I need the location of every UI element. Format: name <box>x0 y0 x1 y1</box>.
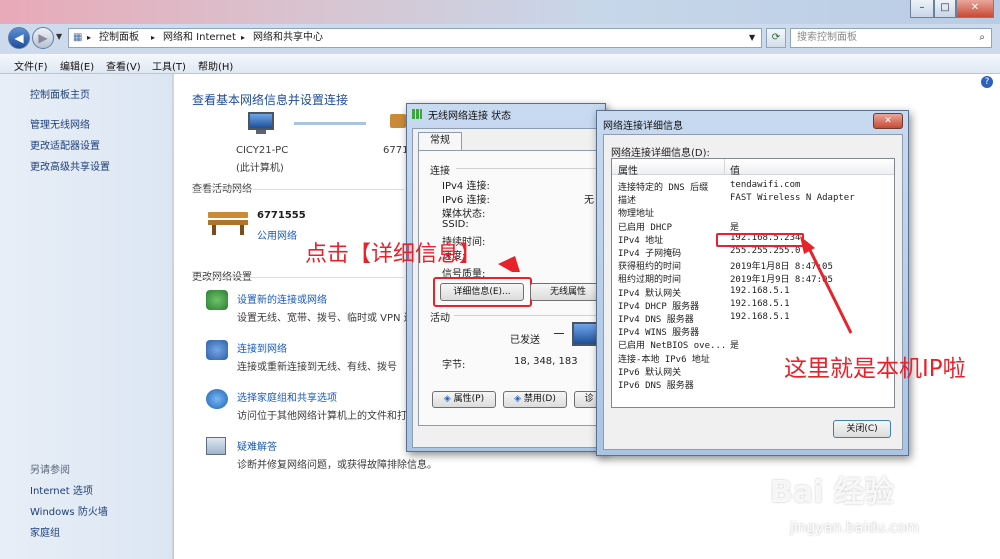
watermark-url: jingyan.baidu.com <box>790 520 920 536</box>
arrow-to-ip-line <box>806 245 853 334</box>
ip-annotation: 这里就是本机IP啦 <box>784 356 966 382</box>
click-details-annotation: 点击【详细信息】 <box>305 242 482 267</box>
baidu-watermark: Bai 经验 <box>770 475 894 510</box>
arrow-to-ip-head <box>800 236 815 254</box>
arrow-to-details <box>498 256 520 272</box>
